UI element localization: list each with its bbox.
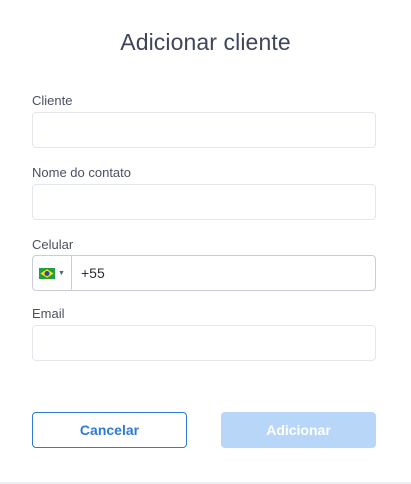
chevron-down-icon: ▼ bbox=[58, 269, 65, 277]
email-label: Email bbox=[32, 306, 65, 321]
phone-input[interactable] bbox=[72, 256, 375, 290]
phone-field: ▼ bbox=[32, 255, 376, 291]
country-code-select[interactable]: ▼ bbox=[33, 256, 72, 290]
email-input[interactable] bbox=[32, 325, 376, 361]
client-label: Cliente bbox=[32, 93, 73, 108]
client-input[interactable] bbox=[32, 112, 376, 148]
contact-name-label: Nome do contato bbox=[32, 165, 132, 180]
contact-name-input[interactable] bbox=[32, 184, 376, 220]
brazil-flag-icon bbox=[39, 267, 56, 279]
cancel-button[interactable]: Cancelar bbox=[32, 412, 187, 448]
add-button[interactable]: Adicionar bbox=[221, 412, 376, 448]
phone-label: Celular bbox=[32, 237, 74, 252]
dialog-title: Adicionar cliente bbox=[120, 29, 291, 55]
add-client-dialog: Adicionar cliente Cliente Nome do contat… bbox=[0, 0, 411, 484]
